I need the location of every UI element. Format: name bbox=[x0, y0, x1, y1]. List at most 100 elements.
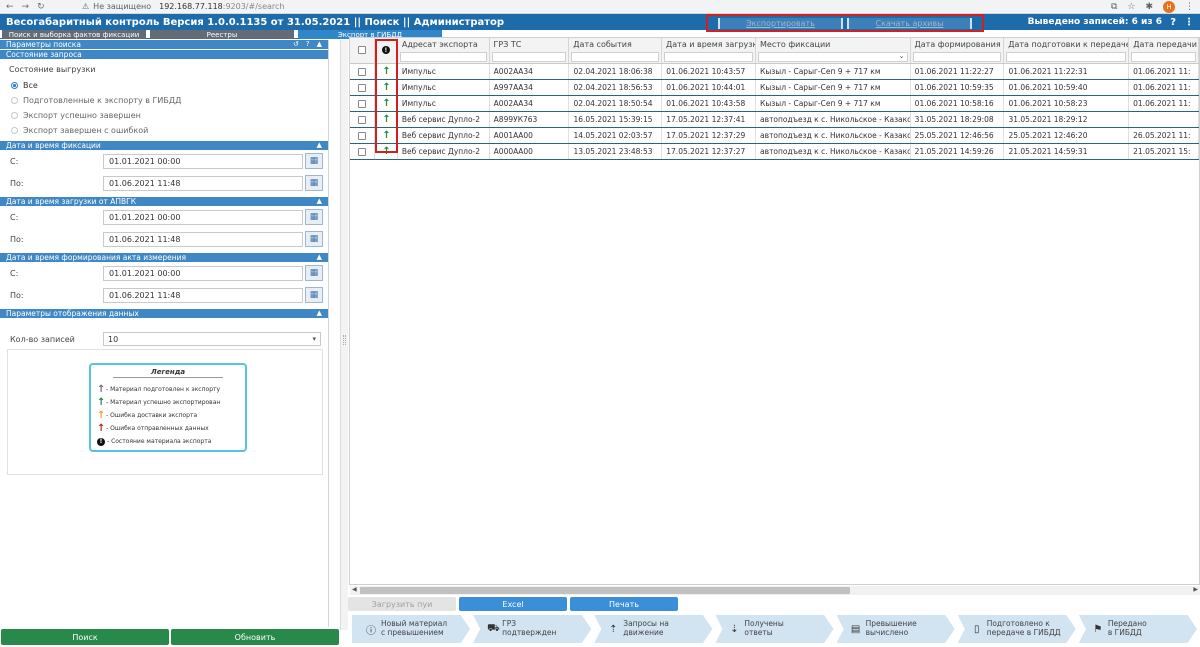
fix-from-input[interactable]: 01.01.2021 00:00 bbox=[103, 153, 303, 169]
workflow-step[interactable]: ⇡ Запросы на движение bbox=[594, 615, 713, 643]
translate-icon[interactable]: ⧉ bbox=[1111, 2, 1117, 12]
records-count-select[interactable]: 10 ▾ bbox=[103, 332, 321, 346]
export-state-radio[interactable]: Подготовленные к экспорту в ГИБДД bbox=[0, 93, 328, 108]
col-sent-date[interactable]: Дата передачи bbox=[1129, 38, 1199, 63]
export-button[interactable]: Экспортировать bbox=[718, 17, 843, 29]
help-icon[interactable]: ? bbox=[1170, 17, 1176, 28]
chevron-up-icon[interactable]: ▲ bbox=[317, 309, 322, 317]
filter-input[interactable] bbox=[399, 52, 487, 62]
reload-icon[interactable]: ↻ bbox=[37, 2, 45, 12]
chevron-up-icon[interactable]: ▲ bbox=[317, 253, 322, 261]
refresh-button[interactable]: Обновить bbox=[171, 629, 339, 645]
print-button[interactable]: Печать bbox=[570, 597, 678, 611]
scroll-thumb[interactable] bbox=[360, 587, 850, 594]
forward-icon[interactable]: → bbox=[22, 2, 30, 12]
row-checkbox[interactable] bbox=[357, 115, 366, 124]
act-datetime-header[interactable]: Дата и время формирования акта измерения… bbox=[0, 253, 328, 262]
table-row[interactable]: ↑ Импульс А002АА34 02.04.2021 18:50:54 01.06… bbox=[350, 96, 1199, 112]
excel-button[interactable]: Excel bbox=[459, 597, 567, 611]
fix-datetime-header[interactable]: Дата и время фиксации ▲ bbox=[0, 141, 328, 150]
splitter-handle[interactable] bbox=[343, 335, 346, 345]
calendar-icon[interactable]: ▦ bbox=[305, 175, 323, 191]
col-plate[interactable]: ГРЗ ТС bbox=[490, 38, 570, 63]
radio-dot[interactable] bbox=[11, 82, 18, 89]
load-from-input[interactable]: 01.01.2021 00:00 bbox=[103, 209, 303, 225]
security-label[interactable]: Не защищено bbox=[93, 2, 151, 11]
filter-input[interactable] bbox=[571, 52, 659, 62]
profile-avatar[interactable]: Н bbox=[1163, 1, 1175, 13]
fix-to-input[interactable]: 01.06.2021 11:48 bbox=[103, 175, 303, 191]
row-checkbox[interactable] bbox=[357, 67, 366, 76]
export-state-radio[interactable]: Экспорт завершен с ошибкой bbox=[0, 123, 328, 138]
star-icon[interactable]: ☆ bbox=[1127, 2, 1135, 12]
workflow-step[interactable]: ⚑ Передано в ГИБДД bbox=[1078, 615, 1197, 643]
load-datetime-header[interactable]: Дата и время загрузки от АПВГК ▲ bbox=[0, 197, 328, 206]
table-cell bbox=[1129, 112, 1199, 127]
load-to-input[interactable]: 01.06.2021 11:48 bbox=[103, 231, 303, 247]
tab-search[interactable]: Поиск и выборка фактов фиксации bbox=[2, 30, 146, 39]
filter-input[interactable] bbox=[664, 52, 753, 62]
col-location[interactable]: Место фиксации ⌄ bbox=[756, 38, 911, 63]
col-prepared-date[interactable]: Дата подготовки к передаче bbox=[1004, 38, 1130, 63]
query-state-header[interactable]: Состояние запроса bbox=[0, 50, 328, 59]
act-from-input[interactable]: 01.01.2021 00:00 bbox=[103, 265, 303, 281]
filter-input[interactable] bbox=[1006, 52, 1127, 62]
col-event-date[interactable]: Дата события bbox=[569, 38, 662, 63]
warning-icon[interactable]: ⚠ bbox=[82, 2, 89, 11]
workflow-step[interactable]: ▤ Превышение вычислено bbox=[836, 615, 955, 643]
reset-icon[interactable]: ↺ bbox=[293, 40, 299, 48]
collapse-icon[interactable]: ▲ bbox=[317, 40, 322, 48]
calendar-icon[interactable]: ▦ bbox=[305, 265, 323, 281]
row-checkbox[interactable] bbox=[357, 147, 366, 156]
step-icon: ⛟ bbox=[487, 622, 500, 634]
workflow-step[interactable]: ▯ Подготовлено к передаче в ГИБДД bbox=[957, 615, 1076, 643]
horizontal-scrollbar[interactable]: ◀ ▶ bbox=[350, 586, 1200, 595]
download-archives-button[interactable]: Скачать архивы bbox=[847, 17, 972, 29]
export-state-radio[interactable]: Экспорт успешно завершен bbox=[0, 108, 328, 123]
menu-dots-icon[interactable]: ⋮ bbox=[1185, 2, 1194, 12]
fix-datetime-title: Дата и время фиксации bbox=[6, 141, 101, 150]
calendar-icon[interactable]: ▦ bbox=[305, 231, 323, 247]
radio-dot[interactable] bbox=[11, 97, 18, 104]
scroll-left-icon[interactable]: ◀ bbox=[352, 586, 357, 593]
menu-dots-icon[interactable]: ⋮ bbox=[1184, 17, 1194, 28]
row-checkbox[interactable] bbox=[357, 131, 366, 140]
select-all-checkbox[interactable] bbox=[357, 46, 366, 54]
load-button[interactable]: Загрузить пуи bbox=[348, 597, 456, 611]
chevron-up-icon[interactable]: ▲ bbox=[317, 197, 322, 205]
filter-input[interactable] bbox=[491, 52, 567, 62]
scroll-right-icon[interactable]: ▶ bbox=[1193, 586, 1198, 593]
act-to-input[interactable]: 01.06.2021 11:48 bbox=[103, 287, 303, 303]
col-load-date[interactable]: Дата и время загрузки bbox=[662, 38, 756, 63]
row-checkbox[interactable] bbox=[357, 99, 366, 108]
table-row[interactable]: ↑ Веб сервис Дупло-2 А001АА00 14.05.2021 02… bbox=[350, 128, 1199, 144]
help-icon[interactable]: ? bbox=[306, 40, 310, 48]
display-params-header[interactable]: Параметры отображения данных ▲ bbox=[0, 309, 328, 318]
tab-registries[interactable]: Реестры bbox=[150, 30, 294, 39]
filter-input[interactable] bbox=[912, 52, 1002, 62]
address-bar[interactable]: 192.168.77.118:9203/#/search bbox=[159, 2, 284, 11]
radio-dot[interactable] bbox=[11, 127, 18, 134]
workflow-step[interactable]: ⛟ ГРЗ подтвержден bbox=[473, 615, 592, 643]
calendar-icon[interactable]: ▦ bbox=[305, 209, 323, 225]
row-checkbox[interactable] bbox=[357, 83, 366, 92]
back-icon[interactable]: ← bbox=[6, 2, 14, 12]
col-recipient[interactable]: Адресат экспорта bbox=[398, 38, 490, 63]
workflow-step[interactable]: ⓘ Новый материал с превышением bbox=[352, 615, 471, 643]
chevron-up-icon[interactable]: ▲ bbox=[317, 141, 322, 149]
calendar-icon[interactable]: ▦ bbox=[305, 287, 323, 303]
radio-dot[interactable] bbox=[11, 112, 18, 119]
filter-input[interactable] bbox=[1131, 52, 1196, 62]
search-button[interactable]: Поиск bbox=[1, 629, 169, 645]
table-row[interactable]: ↑ Веб сервис Дупло-2 А000АА00 13.05.2021 23… bbox=[350, 144, 1199, 160]
extensions-icon[interactable]: ✱ bbox=[1145, 2, 1153, 12]
panel-splitter[interactable] bbox=[340, 40, 348, 630]
table-row[interactable]: ↑ Веб сервис Дупло-2 А899УК763 16.05.2021 1… bbox=[350, 112, 1199, 128]
col-formed-date[interactable]: Дата формирования bbox=[911, 38, 1005, 63]
filter-select[interactable]: ⌄ bbox=[758, 52, 908, 62]
calendar-icon[interactable]: ▦ bbox=[305, 153, 323, 169]
workflow-step[interactable]: ⇣ Получены ответы bbox=[715, 615, 834, 643]
table-row[interactable]: ↑ Импульс А002АА34 02.04.2021 18:06:38 01.06… bbox=[350, 64, 1199, 80]
export-state-radio[interactable]: Все bbox=[0, 78, 328, 93]
table-row[interactable]: ↑ Импульс А997АА34 02.04.2021 18:56:53 01.06… bbox=[350, 80, 1199, 96]
